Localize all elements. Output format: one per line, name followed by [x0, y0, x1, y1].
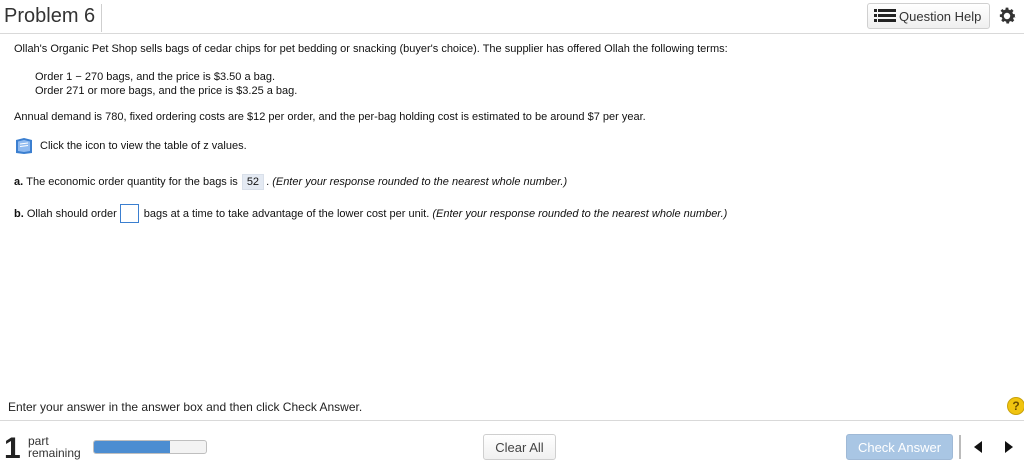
part-a-hint: (Enter your response rounded to the near… [272, 176, 568, 188]
help-icon[interactable]: ? [1007, 397, 1024, 415]
term-item: Order 271 or more bags, and the price is… [35, 85, 298, 97]
parts-remaining-count: 1 [4, 432, 21, 465]
gear-icon[interactable] [996, 5, 1018, 27]
progress-fill [94, 441, 171, 453]
part-a: a. The economic order quantity for the b… [14, 174, 567, 190]
part-a-answer-field[interactable]: 52 [241, 174, 265, 190]
triangle-right-icon[interactable] [998, 435, 1020, 459]
parts-remaining-label: part remaining [28, 435, 81, 459]
part-a-label: a. [14, 176, 24, 188]
part-b-answer-input[interactable] [119, 204, 139, 223]
instruction-text: Enter your answer in the answer box and … [8, 400, 363, 414]
triangle-left-icon[interactable] [967, 435, 989, 459]
annual-demand-text: Annual demand is 780, fixed ordering cos… [14, 111, 646, 123]
question-help-button[interactable]: Question Help [867, 3, 990, 29]
page-title: Problem 6 [4, 4, 103, 32]
terms-list: Order 1 − 270 bags, and the price is $3.… [35, 70, 297, 98]
part-b: b. Ollah should order bags at a time to … [14, 204, 727, 223]
problem-intro: Ollah's Organic Pet Shop sells bags of c… [14, 43, 728, 55]
remaining-label: remaining [28, 446, 81, 460]
term-item: Order 1 − 270 bags, and the price is $3.… [35, 71, 276, 83]
progress-bar [93, 440, 207, 454]
question-help-label: Question Help [899, 8, 982, 24]
clear-all-button[interactable]: Clear All [483, 434, 556, 460]
list-icon [874, 9, 896, 23]
part-b-label: b. [14, 207, 24, 220]
header-bar: Problem 6 Question Help [0, 0, 1024, 34]
part-b-text: Ollah should order [26, 207, 117, 220]
part-b-hint: (Enter your response rounded to the near… [432, 207, 728, 220]
part-a-period: . [266, 176, 270, 188]
check-answer-button[interactable]: Check Answer [846, 434, 953, 460]
book-icon[interactable] [14, 137, 34, 155]
z-table-link-text: Click the icon to view the table of z va… [40, 140, 247, 152]
footer-bar: 1 part remaining Clear All Check Answer [0, 421, 1024, 468]
part-b-after-text: bags at a time to take advantage of the … [143, 207, 430, 220]
part-a-text: The economic order quantity for the bags… [26, 176, 238, 188]
z-table-link-row: Click the icon to view the table of z va… [14, 137, 247, 155]
nav-divider [959, 435, 961, 459]
